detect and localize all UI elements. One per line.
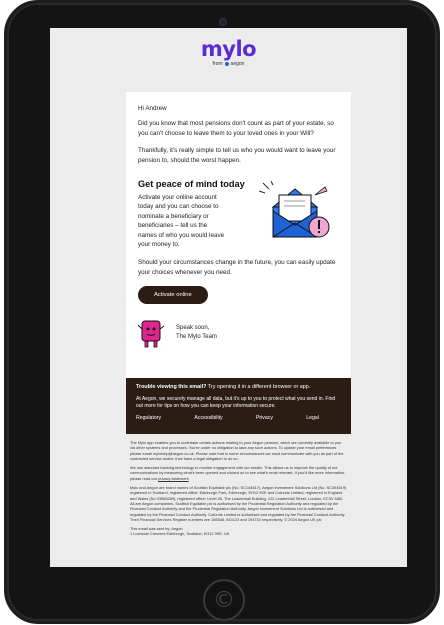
- email-footer: Trouble viewing this email? Try opening …: [126, 378, 351, 434]
- privacy-statement-link[interactable]: privacy statement: [158, 476, 189, 481]
- trouble-rest: Try opening it in a different browser or…: [206, 384, 311, 390]
- aegon-dot-icon: [224, 62, 229, 66]
- legal-text: The Mylo app enables you to undertake ce…: [130, 440, 347, 541]
- logo-subline: from aegon: [50, 61, 407, 67]
- tablet-frame: mylo from aegon Hi Andrew Did you know t…: [4, 0, 440, 624]
- logo-text: mylo: [200, 37, 257, 61]
- signoff: Speak soon, The Mylo Team: [138, 317, 341, 349]
- activate-online-button[interactable]: Activate online: [138, 286, 208, 305]
- intro-paragraph: Did you know that most pensions don't co…: [138, 120, 334, 137]
- trouble-viewing-line: Trouble viewing this email? Try opening …: [136, 384, 341, 391]
- envelope-warning-illustration: [259, 181, 330, 238]
- footer-links: Regulatory Accessibility Privacy Legal: [136, 415, 341, 421]
- mylo-logo: mylo from aegon: [50, 28, 407, 67]
- legal-paragraph-1: The Mylo app enables you to undertake ce…: [130, 440, 344, 461]
- legal-paragraph-3: Mylo and Aegon are brand names of Scotti…: [130, 485, 347, 522]
- sender-address: 1 Lochside Crescent Edinburgh, Scotland,…: [130, 531, 230, 537]
- logo-from: from: [212, 61, 223, 67]
- camera-icon: [219, 18, 227, 26]
- logo-aegon: aegon: [230, 61, 245, 67]
- email-card: Hi Andrew Did you know that most pension…: [126, 92, 351, 378]
- footer-link-regulatory[interactable]: Regulatory: [136, 415, 161, 421]
- legal-paragraph-2: We use standard tracking technology to m…: [130, 465, 347, 481]
- mascot-illustration: [138, 320, 164, 348]
- email-screen: mylo from aegon Hi Andrew Did you know t…: [50, 28, 407, 567]
- signoff-text: Speak soon, The Mylo Team: [176, 324, 217, 342]
- peace-of-mind-section: Activate your online account today and y…: [138, 181, 341, 249]
- trouble-bold[interactable]: Trouble viewing this email?: [136, 384, 206, 390]
- greeting: Hi Andrew: [138, 105, 167, 112]
- pension-paragraph: Thankfully, it's really simple to tell u…: [138, 147, 336, 164]
- security-notice: At Aegon, we securely manage all data, b…: [136, 396, 336, 409]
- signoff-line-2: The Mylo Team: [176, 334, 217, 341]
- peace-of-mind-text: Activate your online account today and y…: [138, 194, 225, 249]
- footer-link-privacy[interactable]: Privacy: [256, 415, 273, 421]
- circumstances-paragraph: Should your circumstances change in the …: [138, 259, 336, 276]
- footer-link-legal[interactable]: Legal: [306, 415, 319, 421]
- footer-link-accessibility[interactable]: Accessibility: [194, 415, 222, 421]
- home-button-icon[interactable]: ©: [203, 579, 245, 621]
- signoff-line-1: Speak soon,: [176, 325, 210, 332]
